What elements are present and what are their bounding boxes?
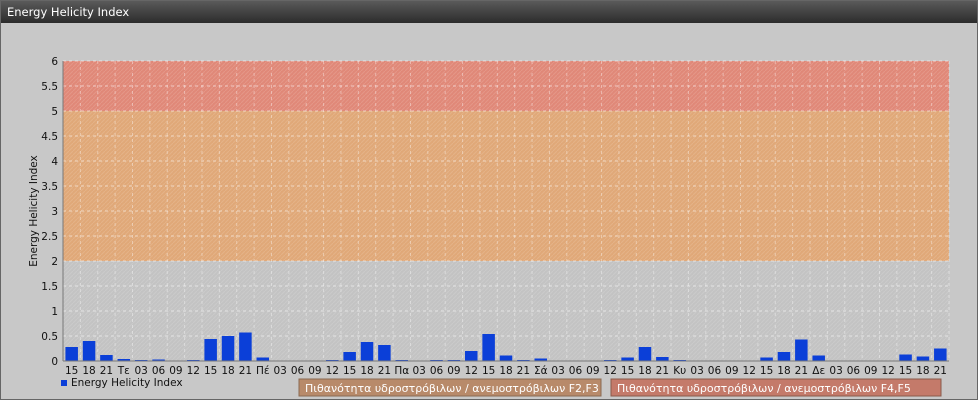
y-tick-label: 6: [51, 56, 58, 68]
bar[interactable]: [221, 336, 235, 361]
x-tick-label: 09: [864, 365, 877, 377]
x-tick-label: 06: [152, 365, 166, 377]
x-tick-label: 03: [412, 365, 425, 377]
y-tick-label: 4: [51, 156, 58, 168]
x-tick-label: 06: [847, 365, 861, 377]
bar[interactable]: [343, 352, 356, 361]
x-tick-label: 15: [204, 365, 217, 377]
bar[interactable]: [239, 332, 252, 362]
x-tick-label: Κυ: [673, 365, 686, 377]
x-tick-label: 21: [934, 365, 947, 377]
x-tick-label: 03: [273, 365, 286, 377]
x-tick-label: 12: [326, 365, 339, 377]
x-tick-label: 12: [604, 365, 617, 377]
bar[interactable]: [378, 345, 391, 361]
x-tick-label: 12: [187, 365, 200, 377]
x-tick-label: 15: [482, 365, 495, 377]
x-tick-label: Πα: [394, 365, 409, 377]
bar[interactable]: [621, 357, 634, 362]
x-tick-label: 15: [760, 365, 773, 377]
x-tick-label: 06: [291, 365, 305, 377]
x-tick-label: 09: [308, 365, 321, 377]
legend-swatch: [61, 380, 67, 386]
x-tick-label: 06: [708, 365, 722, 377]
x-tick-label: 03: [134, 365, 147, 377]
energy-helicity-chart: 00.511.522.533.544.555.5615 18 21 Τε 03 06 09 1…: [28, 56, 950, 397]
window-title: Energy Helicity Index: [1, 1, 977, 23]
x-tick-label: 09: [447, 365, 460, 377]
x-tick-label: 18: [82, 365, 95, 377]
bar[interactable]: [795, 339, 808, 362]
legend-series-label: Energy Helicity Index: [71, 377, 183, 389]
bar[interactable]: [916, 356, 930, 362]
x-tick-label: 03: [551, 365, 564, 377]
bar[interactable]: [256, 357, 270, 362]
bar[interactable]: [482, 334, 495, 361]
x-tick-label: 09: [169, 365, 182, 377]
x-tick-label: 18: [638, 365, 651, 377]
y-tick-label: 1.5: [41, 281, 58, 293]
x-tick-label: 03: [690, 365, 703, 377]
y-tick-label: 2: [51, 256, 58, 268]
bar[interactable]: [899, 354, 912, 362]
x-tick-label: 06: [569, 365, 583, 377]
x-tick-label: 15: [899, 365, 912, 377]
y-tick-label: 3.5: [41, 181, 58, 193]
x-tick-label: 18: [221, 365, 234, 377]
bar[interactable]: [638, 347, 652, 361]
x-tick-label: 15: [65, 365, 78, 377]
bar[interactable]: [82, 341, 96, 361]
x-tick-label: 15: [621, 365, 634, 377]
bar[interactable]: [777, 352, 791, 361]
bar[interactable]: [499, 355, 513, 362]
x-tick-label: 21: [656, 365, 669, 377]
legend-risk-f45-label: Πιθανότητα υδροστρόβιλων / ανεμοστρόβιλω…: [617, 382, 911, 395]
bar[interactable]: [100, 355, 113, 361]
x-tick-label: Τε: [117, 365, 130, 377]
x-tick-label: 18: [499, 365, 512, 377]
x-tick-label: 12: [882, 365, 895, 377]
y-tick-label: 3: [51, 206, 58, 218]
legend-risk-f23-label: Πιθανότητα υδροστρόβιλων / ανεμοστρόβιλω…: [305, 382, 599, 395]
x-tick-label: 09: [725, 365, 738, 377]
y-tick-label: 0.5: [41, 331, 58, 343]
y-tick-label: 4.5: [41, 131, 58, 143]
x-tick-label: Πέ: [256, 365, 270, 377]
x-tick-label: 12: [465, 365, 478, 377]
x-tick-label: 15: [343, 365, 356, 377]
x-tick-label: 18: [916, 365, 929, 377]
y-tick-label: 1: [51, 306, 58, 318]
bar[interactable]: [760, 357, 773, 362]
bar[interactable]: [812, 355, 825, 362]
y-tick-label: 5.5: [41, 81, 58, 93]
x-tick-label: 21: [100, 365, 113, 377]
x-tick-label: 21: [239, 365, 252, 377]
bar[interactable]: [204, 339, 217, 361]
bar[interactable]: [934, 348, 947, 362]
x-tick-label: 09: [586, 365, 599, 377]
x-tick-label: 21: [517, 365, 530, 377]
x-tick-label: 21: [378, 365, 391, 377]
x-tick-label: 12: [743, 365, 756, 377]
y-tick-label: 0: [51, 356, 58, 368]
x-tick-label: 03: [829, 365, 842, 377]
y-tick-label: 2.5: [41, 231, 58, 243]
bar[interactable]: [465, 351, 478, 361]
x-tick-label: Δε: [812, 365, 825, 377]
x-tick-label: 06: [430, 365, 444, 377]
bar[interactable]: [65, 347, 78, 361]
x-tick-label: Σά: [534, 365, 548, 377]
x-tick-label: 18: [360, 365, 373, 377]
chart-window: Energy Helicity Index 0 0.5 1 1.5 2 2.5 3 3.5 4 4…: [0, 0, 978, 400]
y-tick-label: 5: [51, 106, 58, 118]
y-axis-title: Energy Helicity Index: [28, 155, 40, 267]
bar[interactable]: [360, 342, 374, 361]
bar[interactable]: [656, 357, 669, 361]
x-tick-label: 21: [795, 365, 808, 377]
x-tick-label: 18: [777, 365, 790, 377]
